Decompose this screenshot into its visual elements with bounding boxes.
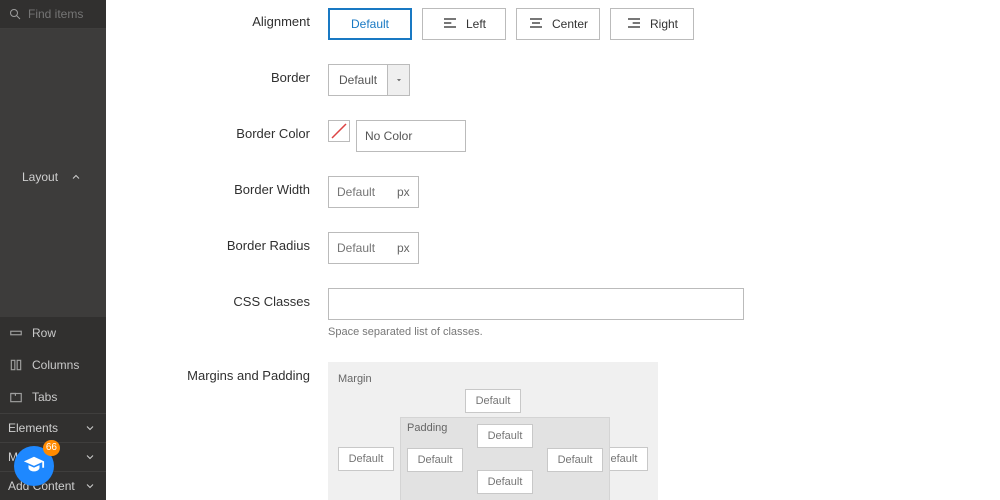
row-border-radius: Border Radius px	[128, 232, 978, 264]
margin-padding-diagram: Margin Padding	[328, 362, 658, 500]
padding-left-input[interactable]	[407, 448, 463, 472]
chevron-down-icon	[387, 65, 409, 95]
no-color-icon	[330, 122, 348, 140]
tabs-icon	[8, 389, 24, 405]
sidebar: Layout Row Columns Tabs Elements	[0, 0, 106, 500]
row-border-color: Border Color	[128, 120, 978, 152]
border-radius-field: px	[328, 232, 419, 264]
section-layout[interactable]: Layout	[0, 28, 106, 317]
row-border: Border Default	[128, 64, 978, 96]
section-label: Elements	[8, 421, 58, 435]
unit-label: px	[389, 185, 418, 199]
padding-right-input[interactable]	[547, 448, 603, 472]
border-select-value: Default	[329, 65, 387, 95]
align-center-icon	[528, 15, 544, 34]
align-right-icon	[626, 15, 642, 34]
align-center-button[interactable]: Center	[516, 8, 600, 40]
align-option-label: Default	[351, 17, 389, 31]
row-border-width: Border Width px	[128, 176, 978, 208]
css-classes-input[interactable]	[328, 288, 744, 320]
chevron-down-icon	[82, 478, 98, 494]
help-badge: 66	[43, 440, 60, 456]
border-select[interactable]: Default	[328, 64, 410, 96]
border-width-input[interactable]	[329, 185, 389, 199]
section-elements[interactable]: Elements	[0, 413, 106, 442]
sidebar-item-tabs[interactable]: Tabs	[0, 381, 106, 413]
css-classes-hint: Space separated list of classes.	[328, 326, 978, 338]
graduation-cap-icon	[23, 454, 45, 479]
padding-bottom-input[interactable]	[477, 470, 533, 494]
border-width-field: px	[328, 176, 419, 208]
align-default-button[interactable]: Default	[328, 8, 412, 40]
sidebar-item-columns[interactable]: Columns	[0, 349, 106, 381]
search-input[interactable]	[28, 7, 98, 21]
align-left-button[interactable]: Left	[422, 8, 506, 40]
row-alignment: Alignment Default Left	[128, 8, 978, 40]
alignment-buttons: Default Left Center	[328, 8, 978, 40]
sidebar-item-label: Columns	[32, 358, 79, 372]
label-alignment: Alignment	[128, 8, 328, 29]
label-border-radius: Border Radius	[128, 232, 328, 253]
chevron-down-icon	[82, 449, 98, 465]
margin-label: Margin	[338, 373, 372, 385]
label-border-color: Border Color	[128, 120, 328, 141]
align-right-button[interactable]: Right	[610, 8, 694, 40]
row-css-classes: CSS Classes Space separated list of clas…	[128, 288, 978, 338]
label-border-width: Border Width	[128, 176, 328, 197]
columns-icon	[8, 357, 24, 373]
label-border: Border	[128, 64, 328, 85]
settings-panel: Alignment Default Left	[106, 0, 1000, 500]
padding-label: Padding	[407, 422, 447, 434]
margin-top-input[interactable]	[465, 389, 521, 413]
sidebar-item-label: Row	[32, 326, 56, 340]
search-icon	[8, 6, 22, 22]
border-radius-input[interactable]	[329, 241, 389, 255]
align-left-icon	[442, 15, 458, 34]
align-option-label: Left	[466, 17, 486, 31]
row-margins-padding: Margins and Padding Margin Padding	[128, 362, 978, 500]
chevron-up-icon	[68, 169, 84, 185]
sidebar-search	[0, 0, 106, 28]
sidebar-item-row[interactable]: Row	[0, 317, 106, 349]
sidebar-item-label: Tabs	[32, 390, 57, 404]
margin-left-input[interactable]	[338, 447, 394, 471]
padding-box: Padding	[400, 417, 610, 500]
padding-top-input[interactable]	[477, 424, 533, 448]
align-option-label: Center	[552, 17, 588, 31]
unit-label: px	[389, 241, 418, 255]
chevron-down-icon	[82, 420, 98, 436]
section-label: Layout	[22, 170, 58, 184]
label-css-classes: CSS Classes	[128, 288, 328, 309]
label-margins-padding: Margins and Padding	[128, 362, 328, 383]
row-icon	[8, 325, 24, 341]
border-color-input[interactable]	[356, 120, 466, 152]
color-swatch-button[interactable]	[328, 120, 350, 142]
align-option-label: Right	[650, 17, 678, 31]
help-button[interactable]: 66	[14, 446, 54, 486]
